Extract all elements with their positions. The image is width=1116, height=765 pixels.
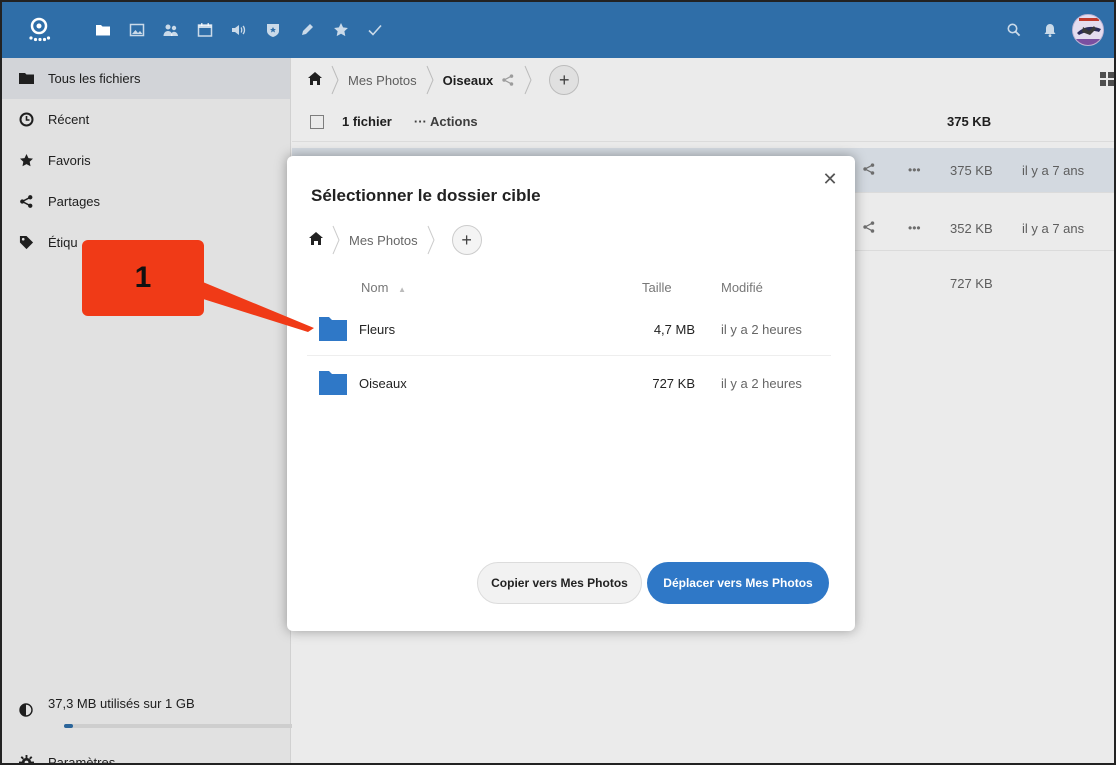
notifications-icon[interactable] <box>1032 2 1068 58</box>
header-right <box>996 2 1114 58</box>
user-avatar[interactable] <box>1072 14 1104 46</box>
folder-picker-dialog: ✕ Sélectionner le dossier cible Mes Phot… <box>287 156 855 631</box>
folder-modified: il y a 2 heures <box>721 322 802 337</box>
bookmarks-icon[interactable] <box>324 2 358 58</box>
folder-modified: il y a 2 heures <box>721 376 802 391</box>
folder-icon <box>319 371 347 395</box>
notes-icon[interactable] <box>290 2 324 58</box>
contacts-icon[interactable] <box>154 2 188 58</box>
calendar-icon[interactable] <box>188 2 222 58</box>
search-icon[interactable] <box>996 2 1032 58</box>
tasks-icon[interactable] <box>358 2 392 58</box>
passwords-icon[interactable] <box>256 2 290 58</box>
annotation-callout: 1 <box>82 240 204 316</box>
home-icon[interactable] <box>309 232 323 248</box>
app-window: Tous les fichiers Récent Favoris Partage… <box>0 0 1116 765</box>
new-folder-button[interactable]: + <box>451 225 482 255</box>
column-name[interactable]: Nom ▲ <box>361 280 406 295</box>
column-modified[interactable]: Modifié <box>721 280 763 295</box>
top-header <box>2 2 1114 58</box>
copy-button[interactable]: Copier vers Mes Photos <box>477 562 642 604</box>
folder-name: Fleurs <box>359 322 396 337</box>
column-size[interactable]: Taille <box>642 280 672 295</box>
folder-icon <box>319 317 347 341</box>
dialog-breadcrumb-item[interactable]: Mes Photos <box>349 233 418 248</box>
gallery-icon[interactable] <box>120 2 154 58</box>
dialog-title: Sélectionner le dossier cible <box>311 186 541 205</box>
sort-asc-icon: ▲ <box>398 285 406 294</box>
chevron-right-icon <box>329 218 343 262</box>
audio-icon[interactable] <box>222 2 256 58</box>
files-icon[interactable] <box>86 2 120 58</box>
close-icon[interactable]: ✕ <box>821 170 839 188</box>
folder-size: 4,7 MB <box>653 322 695 337</box>
cloud-logo-icon[interactable] <box>16 2 62 58</box>
folder-size: 727 KB <box>652 376 695 391</box>
folder-name: Oiseaux <box>359 376 407 391</box>
folder-row[interactable]: Oiseaux 727 KB il y a 2 heures <box>307 358 831 410</box>
dialog-breadcrumb: Mes Photos + <box>309 222 482 258</box>
chevron-right-icon <box>424 218 438 262</box>
dialog-table-header: Nom ▲ Taille Modifié <box>287 274 855 304</box>
move-button[interactable]: Déplacer vers Mes Photos <box>647 562 829 604</box>
column-name-label: Nom <box>361 280 389 295</box>
folder-row[interactable]: Fleurs 4,7 MB il y a 2 heures <box>307 304 831 356</box>
